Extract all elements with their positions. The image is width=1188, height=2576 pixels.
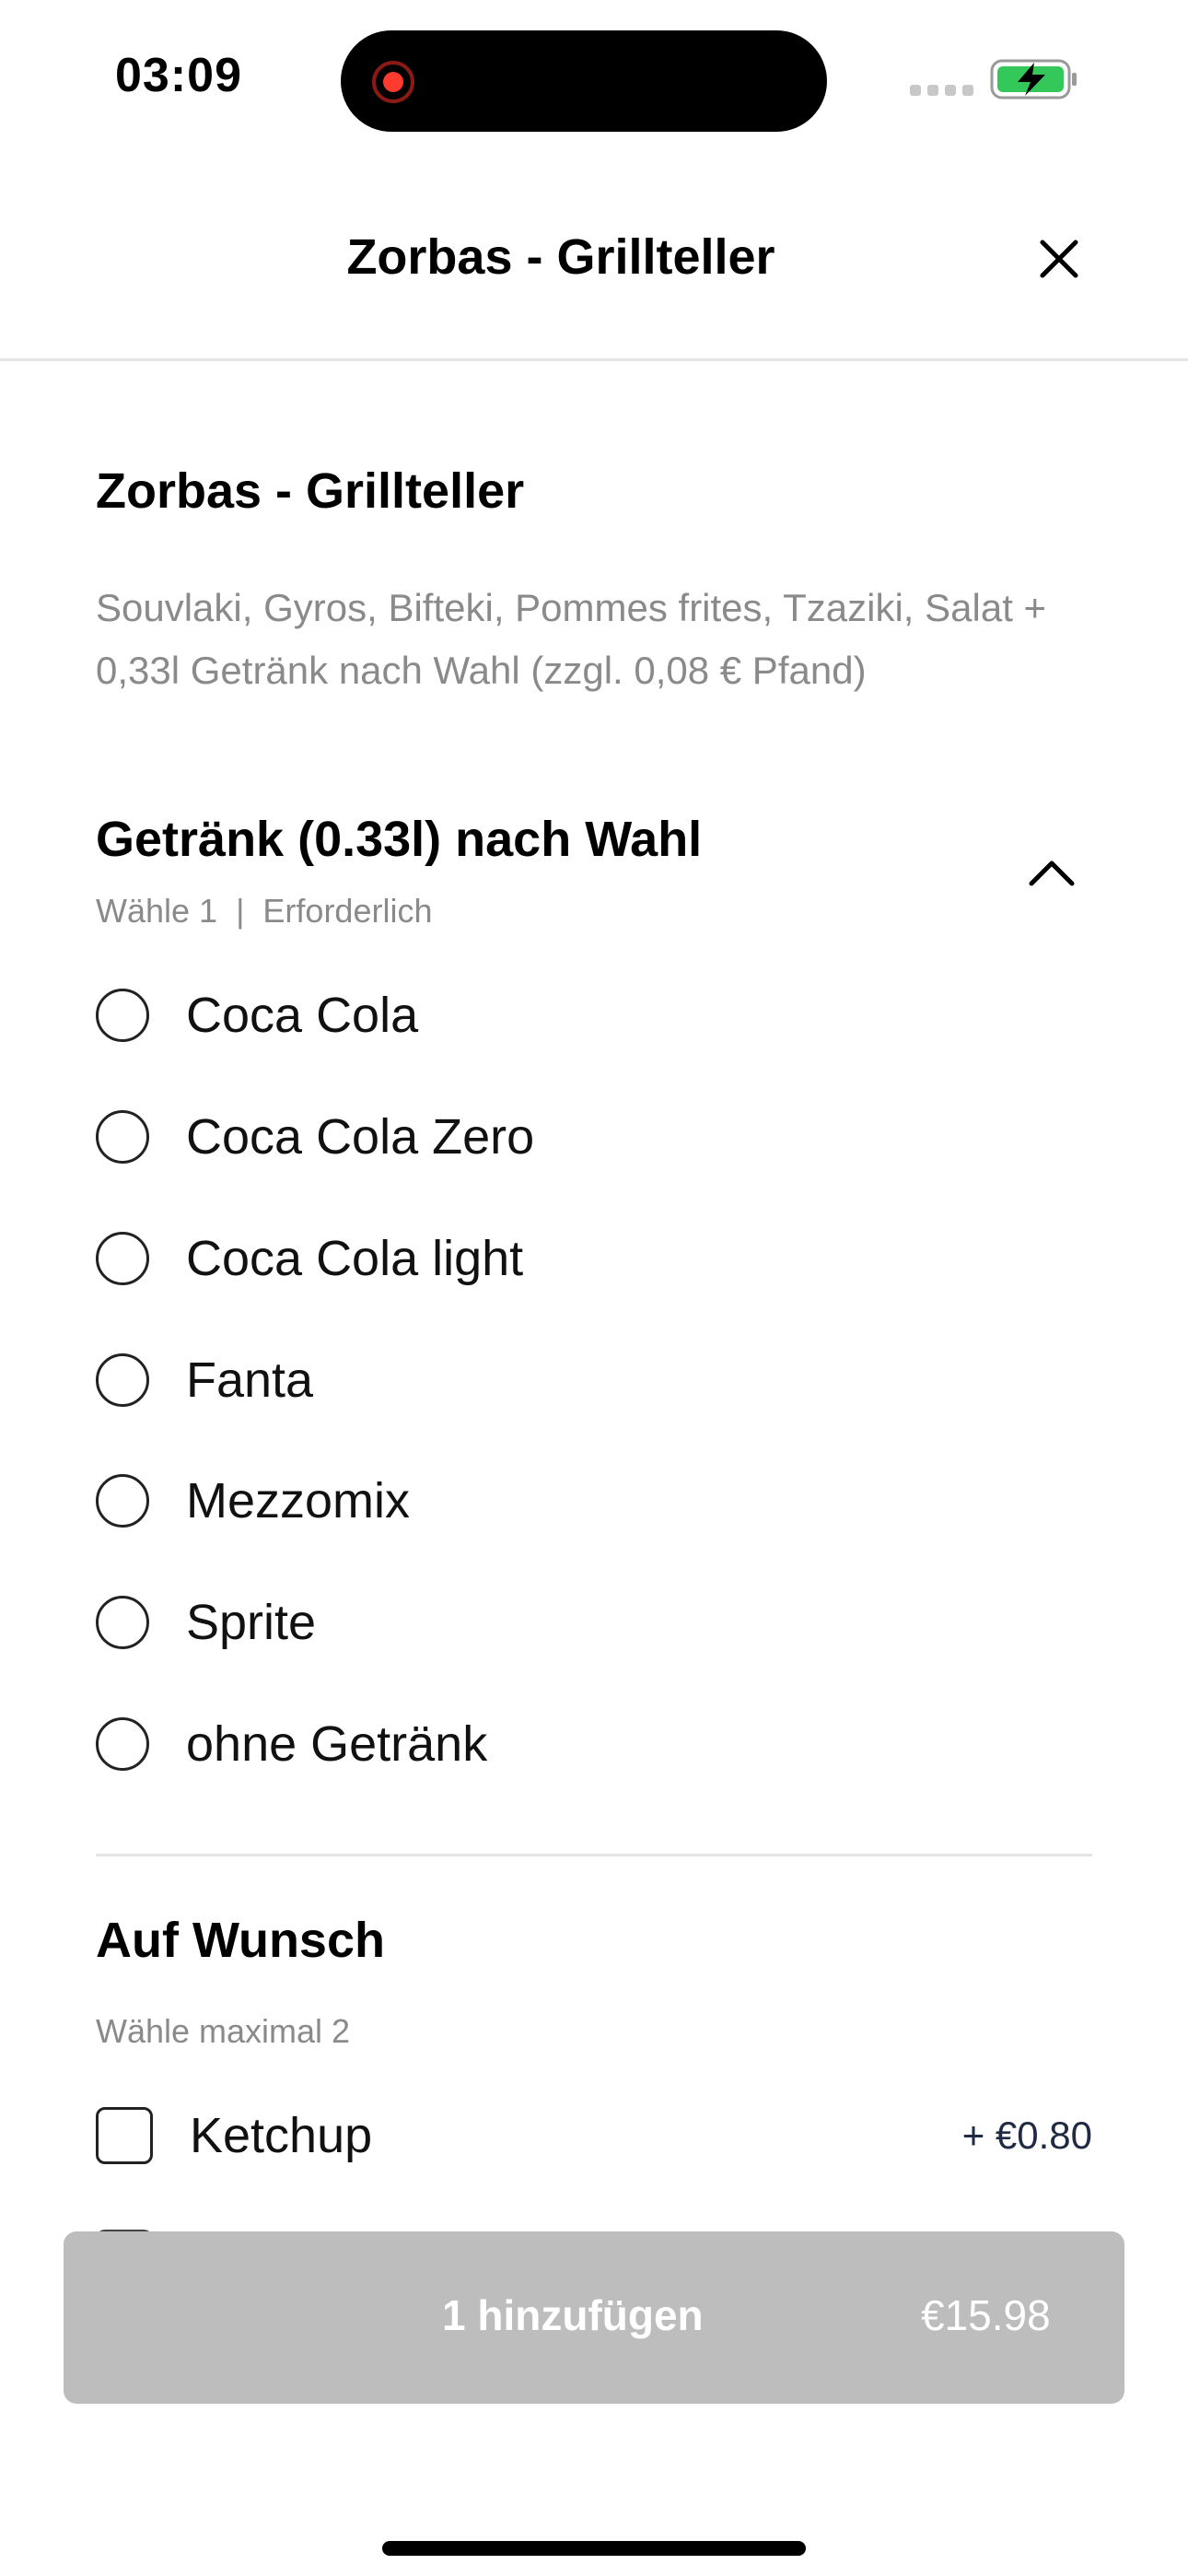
radio-button[interactable] bbox=[96, 1596, 149, 1649]
drink-option-coca-cola[interactable]: Coca Cola bbox=[96, 974, 1092, 1057]
close-icon[interactable] bbox=[1033, 233, 1085, 285]
drink-section-title: Getränk (0.33l) nach Wahl bbox=[96, 812, 703, 867]
option-label: Ketchup bbox=[190, 2108, 373, 2163]
battery-charging-icon bbox=[990, 59, 1077, 100]
radio-button[interactable] bbox=[96, 989, 149, 1042]
option-label: Sprite bbox=[186, 1595, 317, 1650]
drink-option-coca-cola-zero[interactable]: Coca Cola Zero bbox=[96, 1095, 1092, 1178]
drink-option-ohne-getraenk[interactable]: ohne Getränk bbox=[96, 1703, 1092, 1786]
radio-button[interactable] bbox=[96, 1232, 149, 1285]
product-description: Souvlaki, Gyros, Bifteki, Pommes frites,… bbox=[96, 586, 1047, 692]
extra-option-ketchup[interactable]: Ketchup + €0.80 bbox=[96, 2094, 1092, 2177]
add-button-label: 1 hinzufügen bbox=[442, 2291, 704, 2339]
sheet-title: Zorbas - Grillteller bbox=[346, 229, 775, 285]
option-price: + €0.80 bbox=[961, 2113, 1092, 2157]
radio-button[interactable] bbox=[96, 1353, 149, 1407]
drink-option-mezzomix[interactable]: Mezzomix bbox=[96, 1459, 1092, 1542]
radio-button[interactable] bbox=[96, 1717, 149, 1771]
home-indicator bbox=[382, 2541, 806, 2556]
product-name: Zorbas - Grillteller bbox=[96, 463, 525, 519]
drink-section-subtitle: Wähle 1 | Erforderlich bbox=[96, 892, 433, 930]
option-label: Coca Cola Zero bbox=[186, 1109, 535, 1165]
chevron-up-icon[interactable] bbox=[1022, 852, 1081, 893]
drink-option-fanta[interactable]: Fanta bbox=[96, 1339, 1092, 1422]
drink-option-sprite[interactable]: Sprite bbox=[96, 1581, 1092, 1664]
extras-section-subtitle: Wähle maximal 2 bbox=[96, 2012, 351, 2050]
section-divider bbox=[96, 1854, 1092, 1856]
screen-recording-icon bbox=[372, 61, 414, 103]
extras-section-title: Auf Wunsch bbox=[96, 1913, 385, 1968]
drink-option-coca-cola-light[interactable]: Coca Cola light bbox=[96, 1217, 1092, 1300]
option-label: ohne Getränk bbox=[186, 1716, 488, 1772]
radio-button[interactable] bbox=[96, 1474, 149, 1528]
cellular-signal-icon bbox=[910, 85, 973, 96]
option-label: Coca Cola bbox=[186, 988, 419, 1043]
header-divider bbox=[0, 358, 1188, 361]
add-button-price: €15.98 bbox=[921, 2291, 1051, 2339]
status-time: 03:09 bbox=[115, 49, 242, 102]
checkbox[interactable] bbox=[96, 2107, 153, 2164]
option-label: Mezzomix bbox=[186, 1473, 411, 1528]
option-label: Coca Cola light bbox=[186, 1231, 524, 1286]
option-label: Fanta bbox=[186, 1352, 314, 1408]
radio-button[interactable] bbox=[96, 1110, 149, 1164]
